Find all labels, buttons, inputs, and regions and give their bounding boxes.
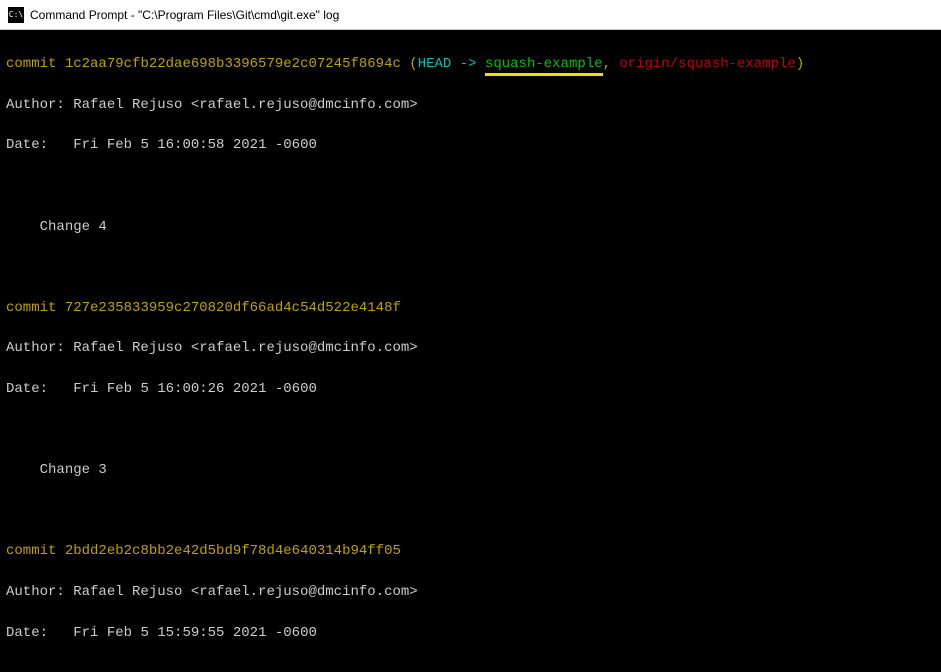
terminal-output[interactable]: commit 1c2aa79cfb22dae698b3396579e2c0724…	[0, 30, 941, 672]
date-line: Date: Fri Feb 5 15:59:55 2021 -0600	[6, 623, 935, 643]
commit-line: commit 727e235833959c270820df66ad4c54d52…	[6, 298, 935, 318]
commit-message: Change 4	[6, 217, 935, 237]
commit-line: commit 2bdd2eb2c8bb2e42d5bd9f78d4e640314…	[6, 541, 935, 561]
command-prompt-window: C:\ Command Prompt - "C:\Program Files\G…	[0, 0, 941, 672]
window-title: Command Prompt - "C:\Program Files\Git\c…	[30, 8, 339, 22]
commit-line: commit 1c2aa79cfb22dae698b3396579e2c0724…	[6, 54, 935, 74]
cmd-icon: C:\	[8, 7, 24, 23]
titlebar[interactable]: C:\ Command Prompt - "C:\Program Files\G…	[0, 0, 941, 30]
date-line: Date: Fri Feb 5 16:00:58 2021 -0600	[6, 135, 935, 155]
date-line: Date: Fri Feb 5 16:00:26 2021 -0600	[6, 379, 935, 399]
author-line: Author: Rafael Rejuso <rafael.rejuso@dmc…	[6, 582, 935, 602]
author-line: Author: Rafael Rejuso <rafael.rejuso@dmc…	[6, 95, 935, 115]
commit-message: Change 3	[6, 460, 935, 480]
author-line: Author: Rafael Rejuso <rafael.rejuso@dmc…	[6, 338, 935, 358]
